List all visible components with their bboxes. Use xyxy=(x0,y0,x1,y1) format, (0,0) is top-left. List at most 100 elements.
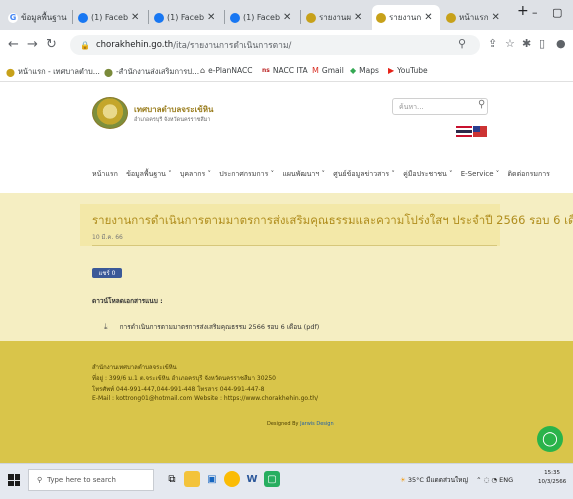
tab-title: (1) Faceb xyxy=(243,13,281,22)
browser-tab-1[interactable]: G ข้อมูลพื้นฐาน ✕ xyxy=(4,5,70,30)
extensions-icon[interactable]: ✱ xyxy=(522,37,531,50)
chat-bubble-icon[interactable]: ◯ xyxy=(537,426,563,452)
bookmark-label: Gmail xyxy=(321,66,344,75)
nav-item-plans[interactable]: แผนพัฒนาฯ ˅ xyxy=(282,170,325,178)
browser-tab-2[interactable]: (1) Faceb ✕ xyxy=(74,5,146,30)
nav-item-contact[interactable]: ติดต่อกรมการ xyxy=(508,170,550,178)
store-icon[interactable]: ▣ xyxy=(204,471,220,487)
designed-by: Designed By Jarwis Design xyxy=(267,421,334,427)
taskbar-clock[interactable]: 15:35 10/3/2566 xyxy=(538,469,566,487)
url-host: chorakhehin.go.th xyxy=(95,40,174,50)
tab-separator xyxy=(72,10,73,24)
new-tab-button[interactable]: + xyxy=(517,3,529,19)
tab-title: ข้อมูลพื้นฐาน xyxy=(21,13,67,22)
designer-link[interactable]: Jarwis Design xyxy=(300,421,334,427)
facebook-icon xyxy=(154,12,164,23)
site-icon xyxy=(306,12,316,23)
taskbar-search-input[interactable]: ⚲ Type here to search xyxy=(28,469,154,491)
site-main-nav: หน้าแรก ข้อมูลพื้นฐาน ˅ บุคลากร ˅ ประกาศ… xyxy=(92,169,556,180)
volume-icon[interactable]: ◔ xyxy=(491,476,497,484)
minimize-button[interactable]: – xyxy=(532,6,538,19)
thai-flag-icon[interactable] xyxy=(456,126,472,137)
profile-icon[interactable]: ● xyxy=(556,37,566,50)
bookmark-7[interactable]: ▶ YouTube xyxy=(388,66,428,75)
file-explorer-icon[interactable] xyxy=(184,471,200,487)
bookmark-label: หน้าแรก - เทศบาลตำบ... xyxy=(17,67,100,76)
close-tab-icon[interactable]: ✕ xyxy=(354,12,362,23)
task-view-icon[interactable]: ⧉ xyxy=(164,471,180,487)
bookmark-1[interactable]: ⬤ หน้าแรก - เทศบาลตำบ... xyxy=(6,66,100,78)
line-app-icon[interactable]: ▢ xyxy=(264,471,280,487)
site-icon: ⬤ xyxy=(104,67,113,77)
close-tab-icon[interactable]: ✕ xyxy=(424,12,432,23)
site-logo[interactable] xyxy=(92,97,128,129)
nav-item-announcements[interactable]: ประกาศกรมการ ˅ xyxy=(219,170,274,178)
tab-title: รายงานก xyxy=(389,13,422,22)
site-icon: ⬤ xyxy=(6,67,15,77)
attachment-link[interactable]: ⤓ การดำเนินการตามมาตรการส่งเสริมคุณธรรม … xyxy=(104,322,319,332)
bookmark-2[interactable]: ⬤ -สำนักงานส่งเสริมการป... xyxy=(104,66,199,78)
share-icon[interactable]: ⇪ xyxy=(488,37,497,50)
reload-icon[interactable]: ↻ xyxy=(46,37,57,52)
browser-tab-4[interactable]: (1) Faceb ✕ xyxy=(226,5,298,30)
url-field[interactable]: 🔒 chorakhehin.go.th /ita/รายงานการดำเนิน… xyxy=(70,35,480,55)
google-icon: G xyxy=(8,12,18,23)
close-tab-icon[interactable]: ✕ xyxy=(207,12,215,23)
maximize-button[interactable]: ▢ xyxy=(552,6,562,19)
bookmark-star-icon[interactable]: ☆ xyxy=(505,37,515,50)
tab-title: หน้าแรก xyxy=(459,13,489,22)
bookmark-6[interactable]: ◆ Maps xyxy=(350,66,379,75)
footer-address: ที่อยู่ : 399/6 ม.1 ต.จระเข้หิน อำเภอครบ… xyxy=(92,375,276,382)
designed-by-label: Designed By xyxy=(267,421,299,427)
bookmark-5[interactable]: M Gmail xyxy=(312,66,344,75)
footer-contact[interactable]: E-Mail : kottrong01@hotmail.com Website … xyxy=(92,395,318,402)
chrome-icon[interactable] xyxy=(224,471,240,487)
browser-tab-7[interactable]: หน้าแรก ✕ xyxy=(442,5,510,30)
bookmark-label: -สำนักงานส่งเสริมการป... xyxy=(115,67,200,76)
bookmark-label: Maps xyxy=(359,66,379,75)
close-tab-icon[interactable]: ✕ xyxy=(492,12,500,23)
nav-item-basic-info[interactable]: ข้อมูลพื้นฐาน ˅ xyxy=(126,170,172,178)
close-tab-icon[interactable]: ✕ xyxy=(283,12,291,23)
zoom-icon[interactable]: ⚲ xyxy=(458,37,466,50)
back-arrow-icon[interactable]: ← xyxy=(8,37,19,52)
network-icon[interactable]: ◌ xyxy=(484,476,490,484)
nav-item-personnel[interactable]: บุคลากร ˅ xyxy=(180,170,211,178)
clock-date: 10/3/2566 xyxy=(538,479,567,485)
word-icon[interactable]: W xyxy=(244,471,260,487)
facebook-share-button[interactable]: แชร์ 0 xyxy=(92,268,122,278)
site-icon xyxy=(376,12,386,23)
footer-phone: โทรศัพท์ 044-991-447,044-991-448 โทรสาร … xyxy=(92,386,265,393)
nav-item-home[interactable]: หน้าแรก xyxy=(92,170,118,178)
nav-item-info-center[interactable]: ศูนย์ข้อมูลข่าวสาร ˅ xyxy=(333,170,395,178)
english-flag-icon[interactable] xyxy=(473,126,487,137)
bookmark-label: YouTube xyxy=(397,66,428,75)
weather-text[interactable]: 35°C มีแดดส่วนใหญ่ xyxy=(408,476,468,484)
maps-icon: ◆ xyxy=(350,66,357,75)
windows-start-icon[interactable] xyxy=(8,474,20,486)
close-tab-icon[interactable]: ✕ xyxy=(131,12,139,23)
site-search-input[interactable]: ค้นหา... xyxy=(392,98,488,115)
forward-arrow-icon[interactable]: → xyxy=(27,37,38,52)
bookmark-label: NACC ITA xyxy=(272,66,308,75)
facebook-icon xyxy=(78,12,88,23)
site-name[interactable]: เทศบาลตำบลจระเข้หิน xyxy=(134,103,213,116)
sidebar-icon[interactable]: ▯ xyxy=(539,37,545,50)
nav-item-eservice[interactable]: E-Service ˅ xyxy=(461,170,500,178)
search-icon[interactable]: ⚲ xyxy=(478,99,485,110)
search-icon: ⚲ xyxy=(37,476,43,484)
url-path: /ita/รายงานการดำเนินการตาม/ xyxy=(173,41,292,51)
tray-chevron-icon[interactable]: ⌃ xyxy=(476,476,481,484)
lock-icon: 🔒 xyxy=(80,40,90,50)
browser-tab-6-active[interactable]: รายงานก ✕ xyxy=(372,5,440,30)
browser-tab-5[interactable]: รายงานผ ✕ xyxy=(302,5,370,30)
tab-title: รายงานผ xyxy=(319,13,352,22)
browser-tab-3[interactable]: (1) Faceb ✕ xyxy=(150,5,222,30)
footer-org: สำนักงานเทศบาลตำบลจระเข้หิน xyxy=(92,364,177,371)
bookmark-3[interactable]: ⌂ e-PlanNACC xyxy=(200,66,252,75)
download-icon: ⤓ xyxy=(104,322,108,331)
bookmark-4[interactable]: ns NACC ITA xyxy=(262,66,308,75)
youtube-icon: ▶ xyxy=(388,66,395,75)
input-language[interactable]: ENG xyxy=(499,476,513,484)
nav-item-manual[interactable]: คู่มือประชาชน ˅ xyxy=(403,170,452,178)
